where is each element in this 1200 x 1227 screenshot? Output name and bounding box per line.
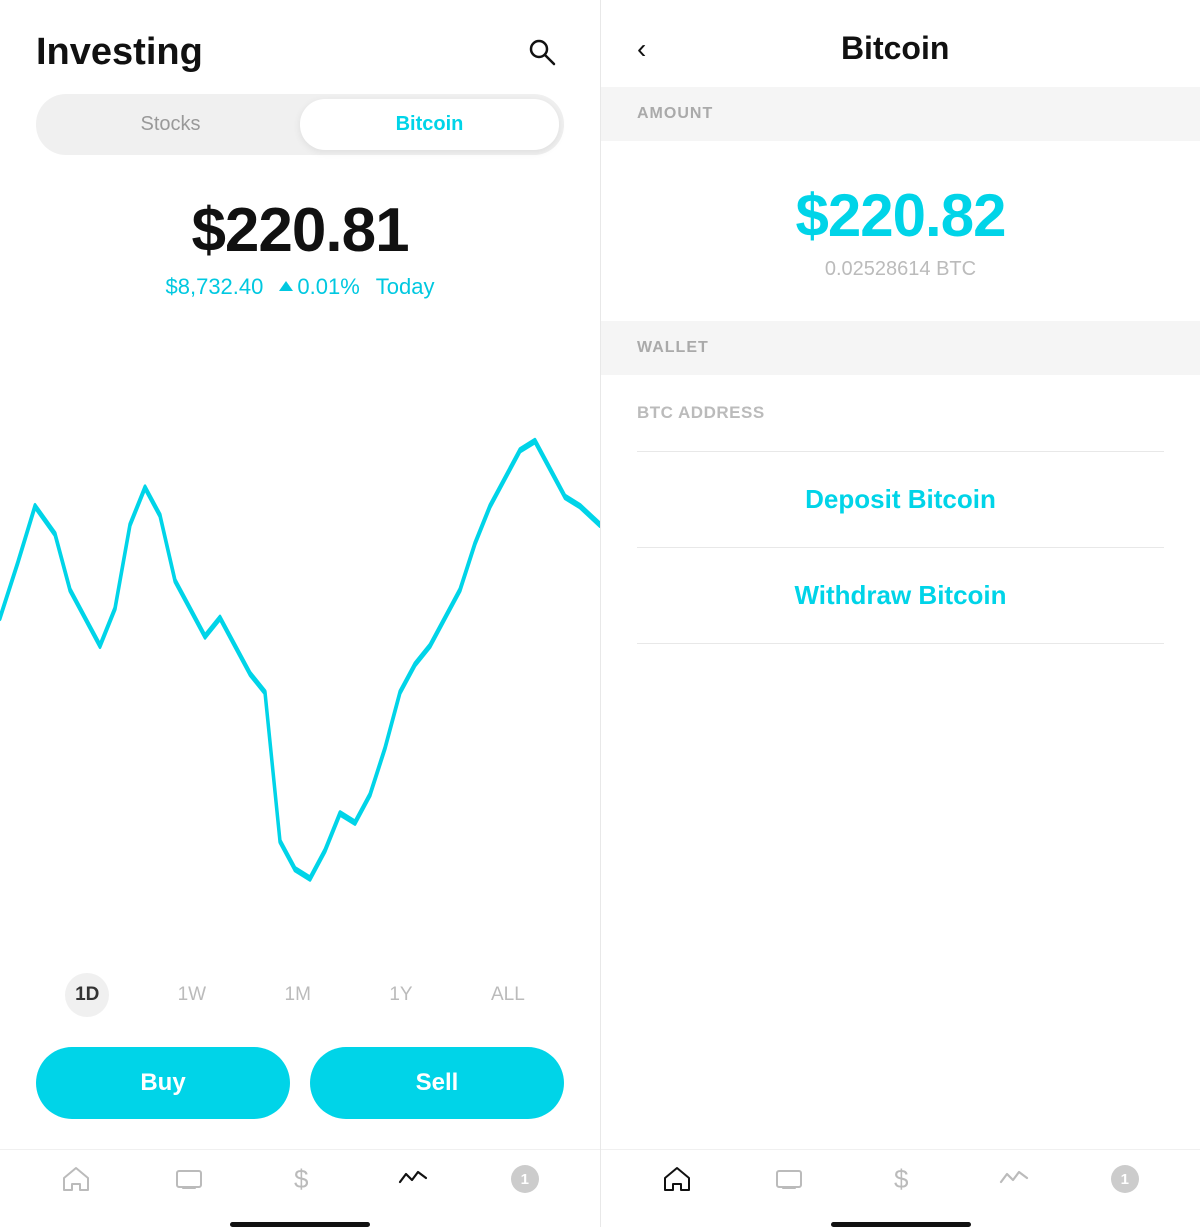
deposit-bitcoin-row[interactable]: Deposit Bitcoin <box>601 452 1200 547</box>
btc-price: $8,732.40 <box>166 274 264 300</box>
svg-text:$: $ <box>294 1164 309 1194</box>
withdraw-bitcoin-row[interactable]: Withdraw Bitcoin <box>601 548 1200 643</box>
amount-section-label: AMOUNT <box>601 87 1200 141</box>
right-activity-icon <box>999 1164 1029 1194</box>
nav-investing[interactable] <box>398 1164 428 1194</box>
right-home-icon <box>662 1164 692 1194</box>
tv-icon <box>174 1164 204 1194</box>
left-header: Investing <box>0 0 600 94</box>
btc-address-row: BTC ADDRESS <box>601 375 1200 451</box>
right-bottom-nav: $ 1 <box>601 1149 1200 1214</box>
nav-transfers[interactable]: $ <box>286 1164 316 1194</box>
time-1m[interactable]: 1M <box>275 978 321 1012</box>
right-nav-home[interactable] <box>662 1164 692 1194</box>
nav-news[interactable] <box>174 1164 204 1194</box>
spacer <box>601 644 1200 1149</box>
left-home-indicator <box>230 1222 370 1227</box>
btc-amount: 0.02528614 BTC <box>637 258 1164 281</box>
time-all[interactable]: ALL <box>481 978 535 1012</box>
svg-text:$: $ <box>894 1164 909 1194</box>
time-1y[interactable]: 1Y <box>379 978 422 1012</box>
tab-bitcoin[interactable]: Bitcoin <box>300 99 559 150</box>
amount-value: $220.82 <box>637 181 1164 250</box>
right-dollar-icon: $ <box>886 1164 916 1194</box>
main-price: $220.81 <box>36 195 564 266</box>
left-bottom-nav: $ 1 <box>0 1149 600 1214</box>
action-buttons: Buy Sell <box>0 1037 600 1149</box>
time-1w[interactable]: 1W <box>168 978 217 1012</box>
dollar-icon: $ <box>286 1164 316 1194</box>
right-nav-notification[interactable]: 1 <box>1111 1165 1139 1193</box>
right-home-indicator <box>831 1222 971 1227</box>
back-button[interactable]: ‹ <box>637 33 646 65</box>
wallet-section-label: WALLET <box>601 321 1200 375</box>
amount-section: $220.82 0.02528614 BTC <box>601 141 1200 321</box>
price-chart <box>0 320 600 953</box>
price-section: $220.81 $8,732.40 0.01% Today <box>0 175 600 310</box>
arrow-up-icon <box>279 281 293 291</box>
price-meta: $8,732.40 0.01% Today <box>36 274 564 300</box>
right-nav-investing[interactable] <box>999 1164 1029 1194</box>
tab-stocks[interactable]: Stocks <box>41 99 300 150</box>
nav-notification[interactable]: 1 <box>511 1165 539 1193</box>
buy-button[interactable]: Buy <box>36 1047 290 1119</box>
withdraw-bitcoin-button[interactable]: Withdraw Bitcoin <box>794 580 1006 610</box>
nav-home[interactable] <box>61 1164 91 1194</box>
deposit-bitcoin-button[interactable]: Deposit Bitcoin <box>805 484 996 514</box>
time-1d[interactable]: 1D <box>65 973 109 1017</box>
investing-title: Investing <box>36 31 203 74</box>
right-notification-badge: 1 <box>1111 1165 1139 1193</box>
sell-button[interactable]: Sell <box>310 1047 564 1119</box>
left-panel: Investing Stocks Bitcoin $220.81 $8,732.… <box>0 0 600 1227</box>
right-tv-icon <box>774 1164 804 1194</box>
chart-container <box>0 310 600 963</box>
price-change: 0.01% <box>279 274 359 300</box>
right-nav-transfers[interactable]: $ <box>886 1164 916 1194</box>
bitcoin-page-title: Bitcoin <box>666 30 1124 67</box>
activity-icon <box>398 1164 428 1194</box>
time-range: 1D 1W 1M 1Y ALL <box>0 963 600 1037</box>
btc-address-label: BTC ADDRESS <box>637 403 765 423</box>
period-label: Today <box>376 274 435 300</box>
tab-switcher: Stocks Bitcoin <box>36 94 564 155</box>
notification-badge: 1 <box>511 1165 539 1193</box>
home-icon <box>61 1164 91 1194</box>
search-icon <box>527 37 557 67</box>
search-button[interactable] <box>520 30 564 74</box>
change-value: 0.01% <box>297 274 359 300</box>
right-nav-news[interactable] <box>774 1164 804 1194</box>
right-panel: ‹ Bitcoin AMOUNT $220.82 0.02528614 BTC … <box>600 0 1200 1227</box>
right-header: ‹ Bitcoin <box>601 0 1200 87</box>
